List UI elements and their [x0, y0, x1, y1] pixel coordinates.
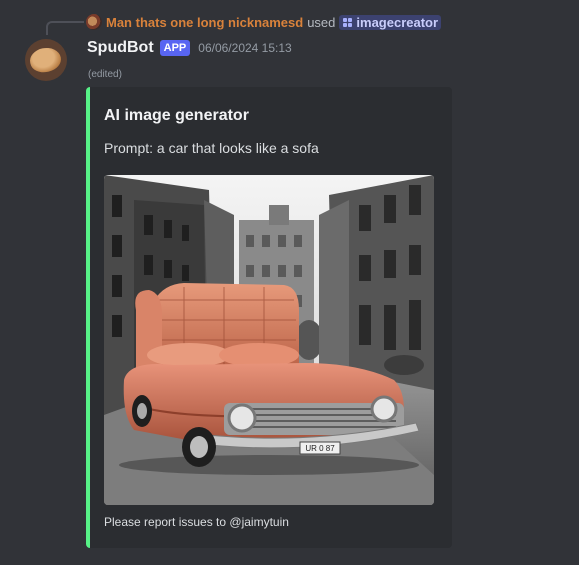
reply-user-nickname[interactable]: Man thats one long nicknamesd — [106, 15, 303, 30]
embed-description: Prompt: a car that looks like a sofa — [104, 140, 319, 156]
license-plate-text: UR 0 87 — [305, 444, 335, 453]
reply-user-avatar[interactable] — [86, 14, 102, 30]
message-timestamp[interactable]: 06/06/2024 15:13 — [198, 41, 291, 55]
bot-avatar[interactable] — [25, 39, 67, 81]
app-badge: APP — [159, 40, 191, 56]
sofa-car-image: UR 0 87 — [104, 175, 434, 505]
reply-context[interactable]: Man thats one long nicknamesd used image… — [86, 13, 442, 31]
bot-username[interactable]: SpudBot — [87, 39, 154, 57]
message-header: SpudBot APP 06/06/2024 15:13 — [87, 39, 292, 57]
embed-title: AI image generator — [104, 107, 249, 124]
slash-command-name: imagecreator — [356, 14, 439, 30]
edited-label: (edited) — [88, 69, 122, 80]
slash-command-icon — [343, 17, 353, 27]
embed-image[interactable]: UR 0 87 — [104, 175, 434, 505]
reply-used-text: used — [307, 14, 336, 30]
reply-connector — [46, 21, 84, 35]
potato-icon — [27, 45, 64, 75]
embed-card: AI image generator Prompt: a car that lo… — [86, 87, 452, 548]
embed-footer: Please report issues to @jaimytuin — [104, 515, 289, 529]
slash-command-pill[interactable]: imagecreator — [339, 14, 442, 30]
